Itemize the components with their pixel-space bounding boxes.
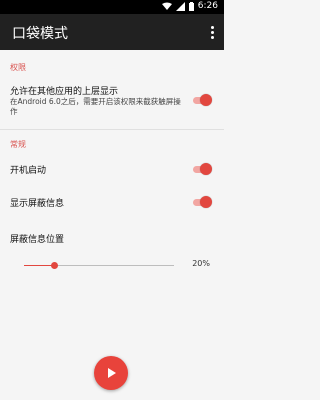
play-icon [108, 368, 116, 378]
overlay-permission-title: 允许在其他应用的上层显示 [10, 87, 119, 97]
more-vert-icon[interactable] [206, 22, 218, 42]
status-time: 6:26 [197, 1, 218, 11]
section-header-general: 常规 [10, 140, 26, 149]
autostart-switch[interactable] [192, 163, 212, 175]
show-info-title: 显示屏蔽信息 [10, 199, 65, 209]
info-position-slider[interactable] [24, 262, 174, 269]
info-position-value: 20% [192, 259, 210, 268]
overlay-permission-switch[interactable] [192, 94, 212, 106]
app-toolbar: 口袋模式 [0, 14, 224, 50]
slider-fill [24, 265, 54, 266]
signal-icon [175, 1, 185, 11]
overlay-permission-subtitle: 在Android 6.0之后，需要开启该权限来截获触屏操作 [10, 97, 181, 116]
info-position-title: 屏蔽信息位置 [10, 235, 65, 245]
autostart-title: 开机启动 [10, 166, 47, 176]
page-title: 口袋模式 [12, 26, 68, 42]
section-header-permissions: 权限 [10, 63, 26, 72]
slider-knob[interactable] [51, 262, 58, 269]
start-fab-button[interactable] [94, 356, 128, 390]
status-icons: 6:26 [161, 1, 218, 11]
show-info-switch[interactable] [192, 196, 212, 208]
wifi-icon [161, 2, 172, 11]
battery-icon [188, 1, 194, 11]
status-bar: 6:26 [0, 0, 224, 14]
section-divider [0, 129, 224, 130]
